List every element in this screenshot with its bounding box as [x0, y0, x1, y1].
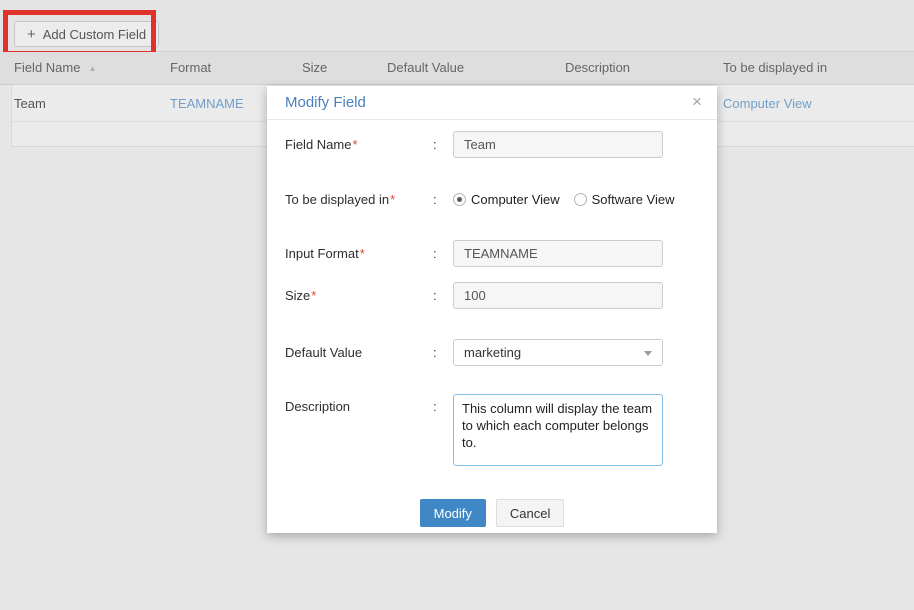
- description-textarea[interactable]: This column will display the team to whi…: [453, 394, 663, 466]
- radio-computer-view[interactable]: Computer View: [453, 192, 560, 207]
- colon-separator: :: [433, 192, 453, 207]
- colon-separator: :: [433, 345, 453, 360]
- size-input[interactable]: [453, 282, 663, 309]
- required-asterisk: *: [360, 246, 365, 261]
- colon-separator: :: [433, 137, 453, 152]
- to-be-displayed-in-row: To be displayed in* : Computer View Soft…: [285, 191, 699, 207]
- default-value-row: Default Value : marketing: [285, 339, 699, 366]
- toolbar: + Add Custom Field: [0, 0, 914, 52]
- add-custom-field-button[interactable]: + Add Custom Field: [14, 21, 159, 47]
- chevron-down-icon: [644, 351, 652, 356]
- plus-icon: +: [27, 27, 36, 42]
- cancel-button[interactable]: Cancel: [496, 499, 564, 527]
- close-icon[interactable]: ×: [687, 92, 707, 112]
- sort-ascending-icon[interactable]: ▲: [88, 64, 96, 73]
- modify-button[interactable]: Modify: [420, 499, 486, 527]
- default-value-dropdown[interactable]: marketing: [453, 339, 663, 366]
- modify-field-dialog: Modify Field × Field Name* : To be displ…: [267, 86, 717, 533]
- required-asterisk: *: [390, 192, 395, 207]
- default-value-label: Default Value: [285, 345, 433, 360]
- size-row: Size* :: [285, 282, 699, 309]
- description-label: Description: [285, 394, 433, 414]
- radio-selected-icon[interactable]: [453, 193, 466, 206]
- required-asterisk: *: [352, 137, 357, 152]
- column-header-to-be-displayed-in[interactable]: To be displayed in: [723, 60, 827, 75]
- colon-separator: :: [433, 394, 453, 414]
- column-header-description[interactable]: Description: [565, 60, 630, 75]
- add-custom-field-label: Add Custom Field: [43, 27, 146, 42]
- input-format-label: Input Format*: [285, 246, 433, 261]
- default-value-selected: marketing: [464, 345, 521, 360]
- radio-unselected-icon[interactable]: [574, 193, 587, 206]
- dialog-body: Field Name* : To be displayed in* : Comp…: [267, 120, 717, 469]
- column-header-format[interactable]: Format: [170, 60, 211, 75]
- dialog-footer: Modify Cancel: [267, 499, 717, 527]
- radio-computer-view-label: Computer View: [471, 192, 560, 207]
- radio-software-view[interactable]: Software View: [574, 192, 675, 207]
- required-asterisk: *: [311, 288, 316, 303]
- input-format-input[interactable]: [453, 240, 663, 267]
- column-header-size[interactable]: Size: [302, 60, 327, 75]
- field-name-label: Field Name*: [285, 137, 433, 152]
- cell-format: TEAMNAME: [170, 96, 244, 111]
- dialog-header: Modify Field: [267, 86, 717, 120]
- description-row: Description : This column will display t…: [285, 394, 699, 469]
- column-header-default-value[interactable]: Default Value: [387, 60, 464, 75]
- column-header-field-name[interactable]: Field Name▲: [14, 60, 96, 75]
- dialog-title: Modify Field: [285, 94, 366, 111]
- colon-separator: :: [433, 288, 453, 303]
- colon-separator: :: [433, 246, 453, 261]
- input-format-row: Input Format* :: [285, 240, 699, 267]
- radio-software-view-label: Software View: [592, 192, 675, 207]
- field-name-input[interactable]: [453, 131, 663, 158]
- to-be-displayed-in-label: To be displayed in*: [285, 192, 433, 207]
- field-name-row: Field Name* :: [285, 131, 699, 158]
- cell-to-be-displayed-in: Computer View: [723, 96, 812, 111]
- cell-field-name: Team: [14, 96, 46, 111]
- size-label: Size*: [285, 288, 433, 303]
- table-header-row: Field Name▲ Format Size Default Value De…: [0, 52, 914, 85]
